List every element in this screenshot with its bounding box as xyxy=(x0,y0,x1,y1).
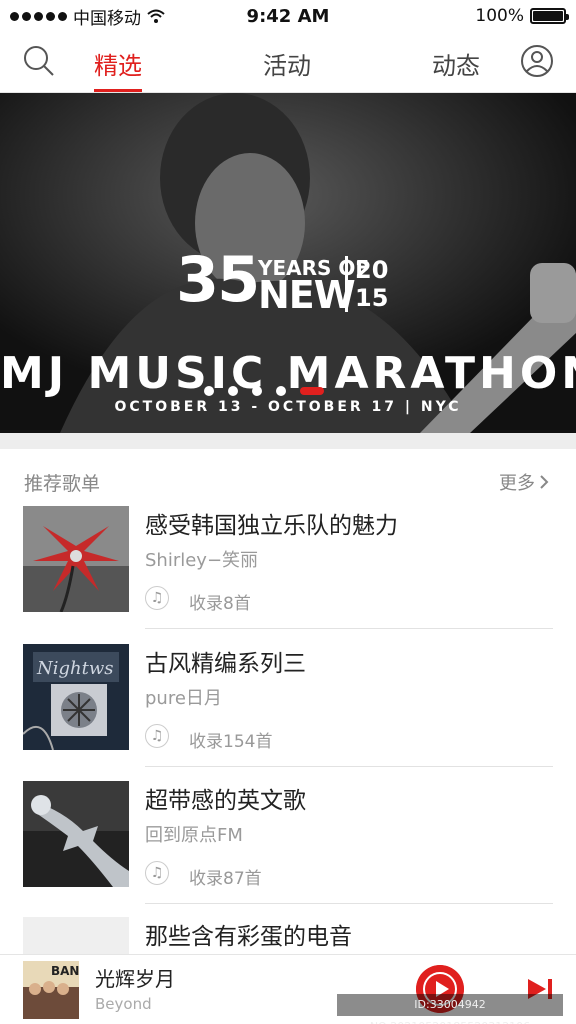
music-note-icon: ♫ xyxy=(145,586,169,610)
carousel-dots xyxy=(204,386,324,396)
user-icon[interactable] xyxy=(520,44,554,78)
tab-activities[interactable]: 活动 xyxy=(263,46,311,81)
carousel-dot[interactable] xyxy=(276,386,286,396)
playlist-author[interactable]: Shirley−笑丽 xyxy=(145,546,258,572)
tab-featured[interactable]: 精选 xyxy=(94,46,142,81)
status-bar: 中国移动 9:42 AM 100% xyxy=(0,0,576,32)
banner-carousel[interactable]: 35 YEARS OF NEW 20 15 MJ MUSIC MARATHON … xyxy=(0,93,576,433)
watermark: ID:33004942 NO:20210520185520312106 xyxy=(337,994,563,1024)
chevron-right-icon xyxy=(540,475,549,489)
active-tab-indicator xyxy=(94,89,142,92)
banner-dates: OCTOBER 13 - OCTOBER 17 | NYC xyxy=(114,399,462,415)
playlist-count: 收录8首 xyxy=(189,594,251,614)
playlist-item[interactable]: Nightws 古风精编系列三 pure日月 ♫ 收录154首 xyxy=(0,644,576,781)
playlist-title: 那些含有彩蛋的电音 xyxy=(145,924,352,950)
carousel-dot-active[interactable] xyxy=(300,387,324,395)
carousel-dot[interactable] xyxy=(252,386,262,396)
music-note-icon: ♫ xyxy=(145,861,169,885)
svg-text:Nightws: Nightws xyxy=(36,658,114,679)
playlist-title: 感受韩国独立乐队的魅力 xyxy=(145,513,398,539)
carrier-label: 中国移动 xyxy=(73,8,141,29)
signal-icon xyxy=(10,11,67,21)
player-cover: BAND xyxy=(23,961,79,1019)
more-link[interactable]: 更多 xyxy=(499,469,549,495)
playlist-item[interactable]: 超带感的英文歌 回到原点FM ♫ 收录87首 xyxy=(0,781,576,918)
tab-feed[interactable]: 动态 xyxy=(432,46,480,81)
banner-year-bottom: 15 xyxy=(355,284,389,312)
carousel-dot[interactable] xyxy=(228,386,238,396)
status-right: 100% xyxy=(475,6,569,26)
playlist-count: 收录154首 xyxy=(189,732,273,752)
playlist-cover xyxy=(23,781,129,887)
playlist-cover: Nightws xyxy=(23,644,129,750)
status-left: 中国移动 xyxy=(10,4,165,29)
playlist-item[interactable]: 感受韩国独立乐队的魅力 Shirley−笑丽 ♫ 收录8首 xyxy=(0,506,576,643)
section-title: 推荐歌单 xyxy=(24,473,101,495)
carousel-dot[interactable] xyxy=(204,386,214,396)
playlist-title: 超带感的英文歌 xyxy=(145,788,306,814)
playlist-count: 收录87首 xyxy=(189,869,262,889)
section-divider xyxy=(0,433,576,449)
search-icon[interactable] xyxy=(22,44,56,78)
playlist-cover xyxy=(23,506,129,612)
playlist-author[interactable]: pure日月 xyxy=(145,684,222,710)
banner-number: 35 xyxy=(176,243,260,316)
battery-label: 100% xyxy=(475,6,524,26)
player-subtitle: Beyond xyxy=(95,995,152,1013)
top-nav: 精选 活动 动态 xyxy=(0,32,576,93)
banner-year-top: 20 xyxy=(355,256,389,284)
music-note-icon: ♫ xyxy=(145,724,169,748)
list-separator xyxy=(145,903,553,904)
player-cover-text: BAND xyxy=(51,964,79,978)
more-label: 更多 xyxy=(499,473,535,494)
player-title: 光辉岁月 xyxy=(95,967,175,991)
banner-divider xyxy=(345,256,348,312)
playlist-title: 古风精编系列三 xyxy=(145,651,306,677)
wifi-icon xyxy=(147,9,165,23)
list-separator xyxy=(145,766,553,767)
playlist-author[interactable]: 回到原点FM xyxy=(145,821,243,847)
list-separator xyxy=(145,628,553,629)
battery-icon xyxy=(530,8,569,24)
banner-new: NEW xyxy=(258,273,356,317)
